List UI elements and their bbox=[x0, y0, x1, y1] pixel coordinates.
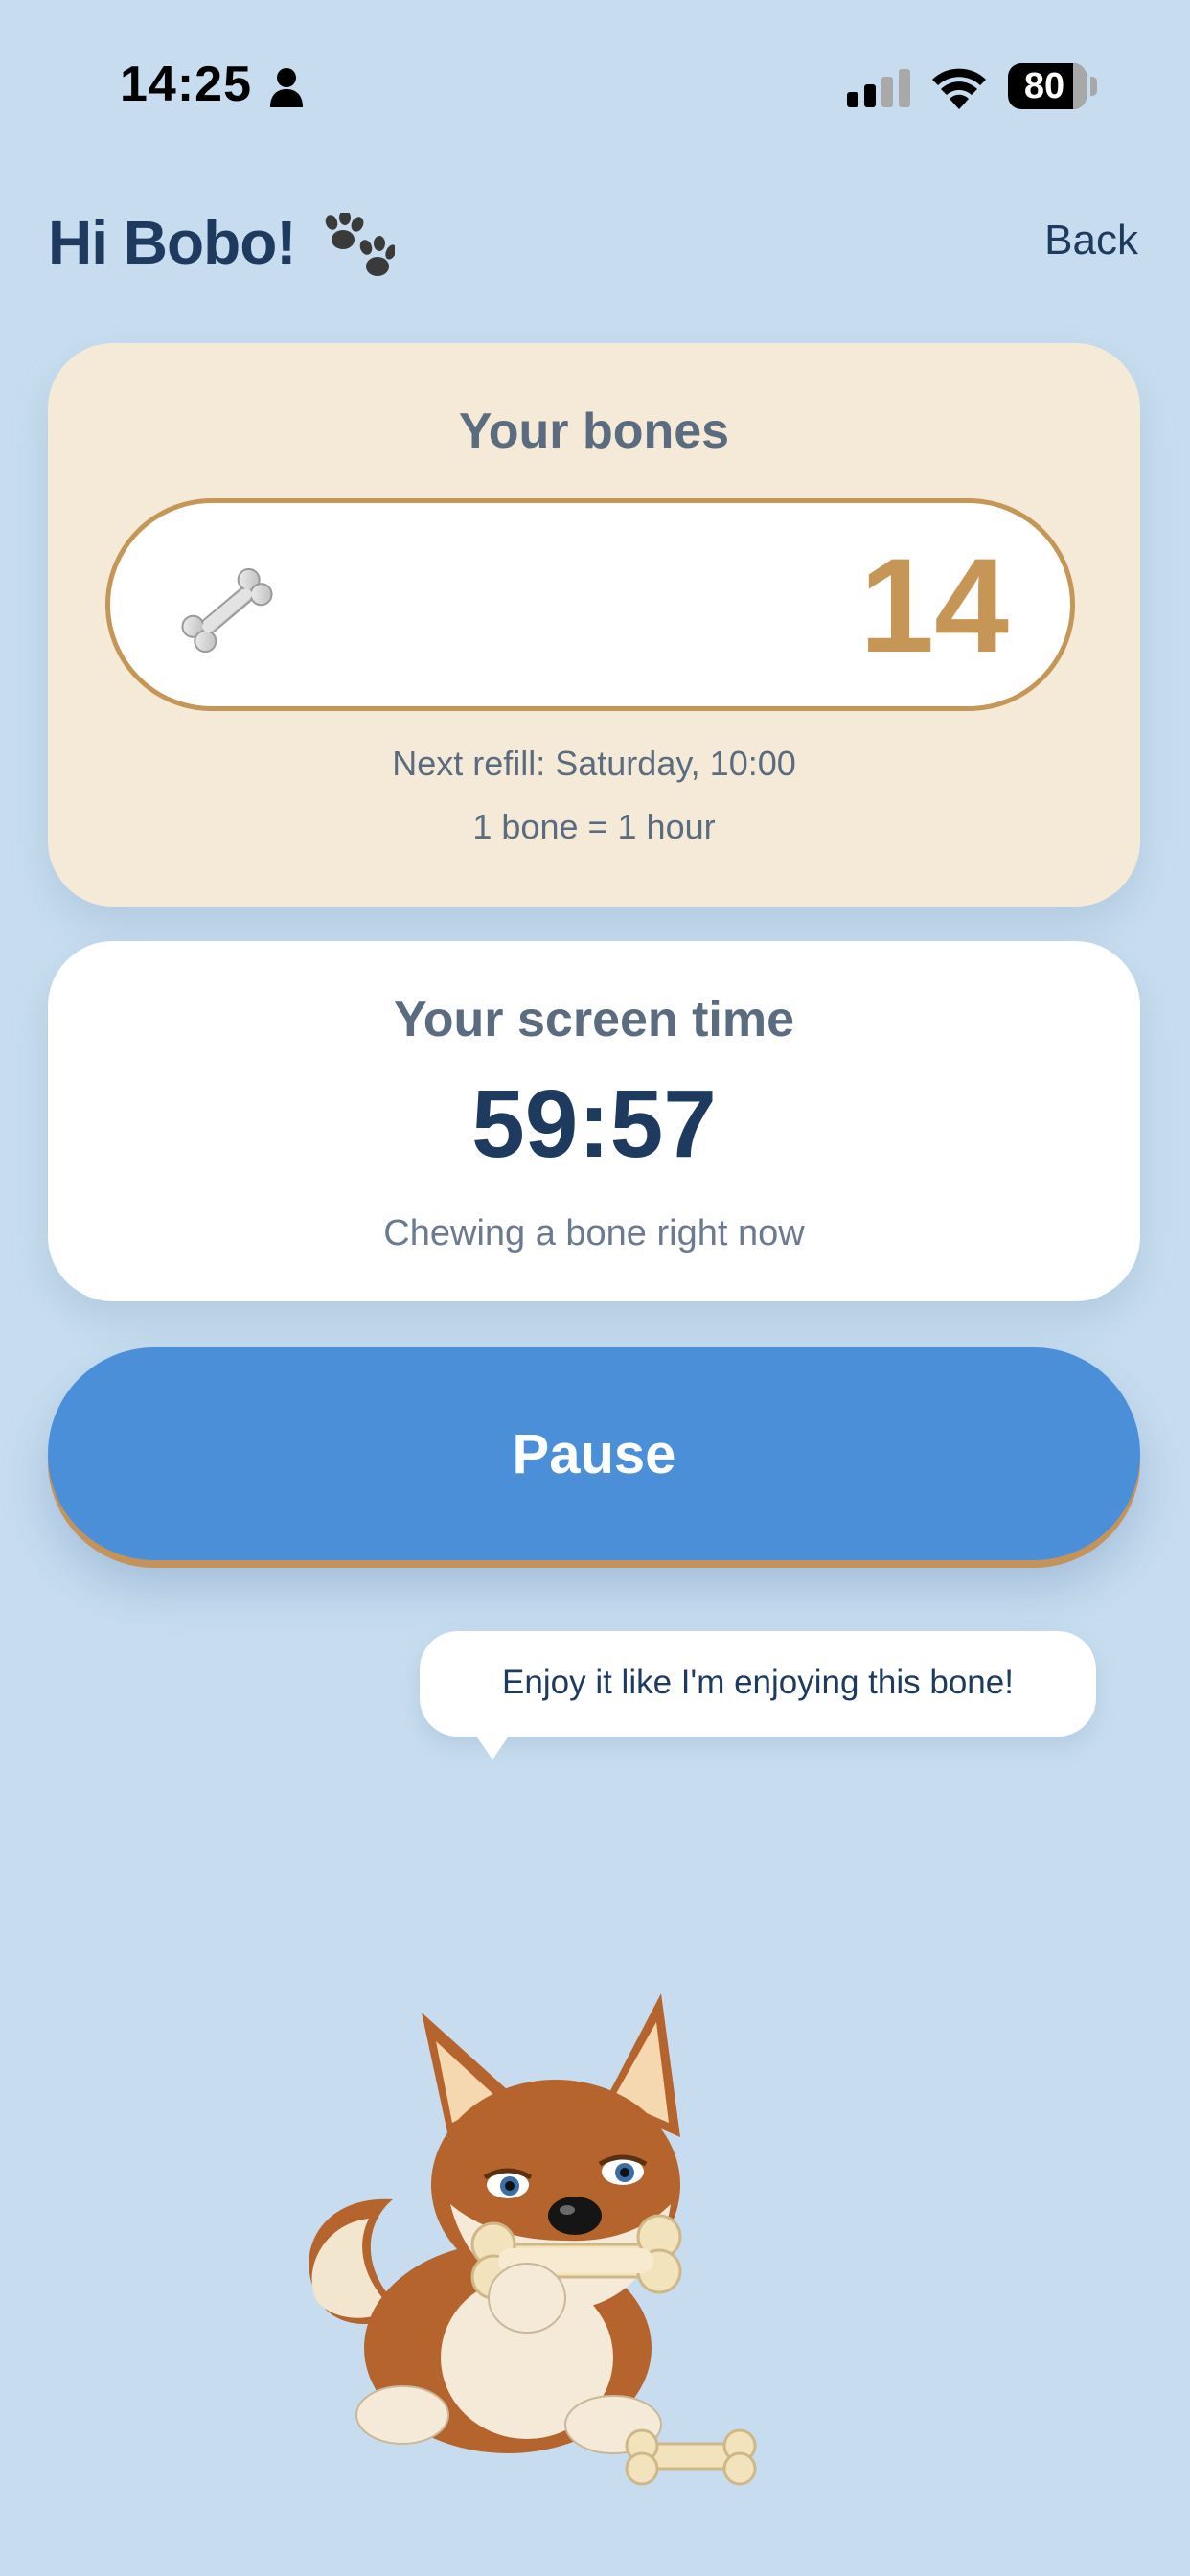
screen: 14:25 80 Hi Bobo! Back Your bones 14 Nex… bbox=[0, 0, 1190, 2576]
page-title: Hi Bobo! bbox=[48, 208, 297, 277]
dog-mascot-illustration bbox=[309, 1993, 757, 2486]
refill-info: Next refill: Saturday, 10:00 bbox=[392, 744, 796, 783]
bones-card-title: Your bones bbox=[458, 403, 730, 459]
bones-card: Your bones 14 Next refill: Saturday, 10:… bbox=[48, 343, 1140, 907]
screen-time-card: Your screen time 59:57 Chewing a bone ri… bbox=[48, 941, 1140, 1301]
pause-button[interactable]: Pause bbox=[48, 1347, 1140, 1560]
back-button[interactable]: Back bbox=[1044, 217, 1138, 264]
screen-time-status: Chewing a bone right now bbox=[383, 1213, 805, 1254]
person-icon bbox=[270, 68, 303, 107]
bone-icon bbox=[181, 567, 273, 654]
battery-icon: 80 bbox=[1008, 63, 1098, 109]
bone-rate-info: 1 bone = 1 hour bbox=[472, 807, 716, 846]
speech-bubble-text: Enjoy it like I'm enjoying this bone! bbox=[502, 1664, 1014, 1701]
speech-bubble-tail bbox=[475, 1735, 510, 1760]
wifi-icon bbox=[932, 68, 986, 109]
battery-cap bbox=[1090, 77, 1097, 96]
bones-count: 14 bbox=[859, 530, 1009, 680]
battery-body: 80 bbox=[1008, 63, 1087, 109]
bones-counter: 14 bbox=[105, 498, 1075, 711]
paw-icon bbox=[325, 213, 395, 276]
signal-icon bbox=[847, 69, 910, 107]
speech-bubble: Enjoy it like I'm enjoying this bone! bbox=[420, 1631, 1096, 1760]
battery-level: 80 bbox=[1023, 66, 1065, 106]
status-time: 14:25 bbox=[120, 57, 252, 112]
screen-time-title: Your screen time bbox=[393, 992, 795, 1047]
screen-time-timer: 59:57 bbox=[471, 1070, 717, 1178]
